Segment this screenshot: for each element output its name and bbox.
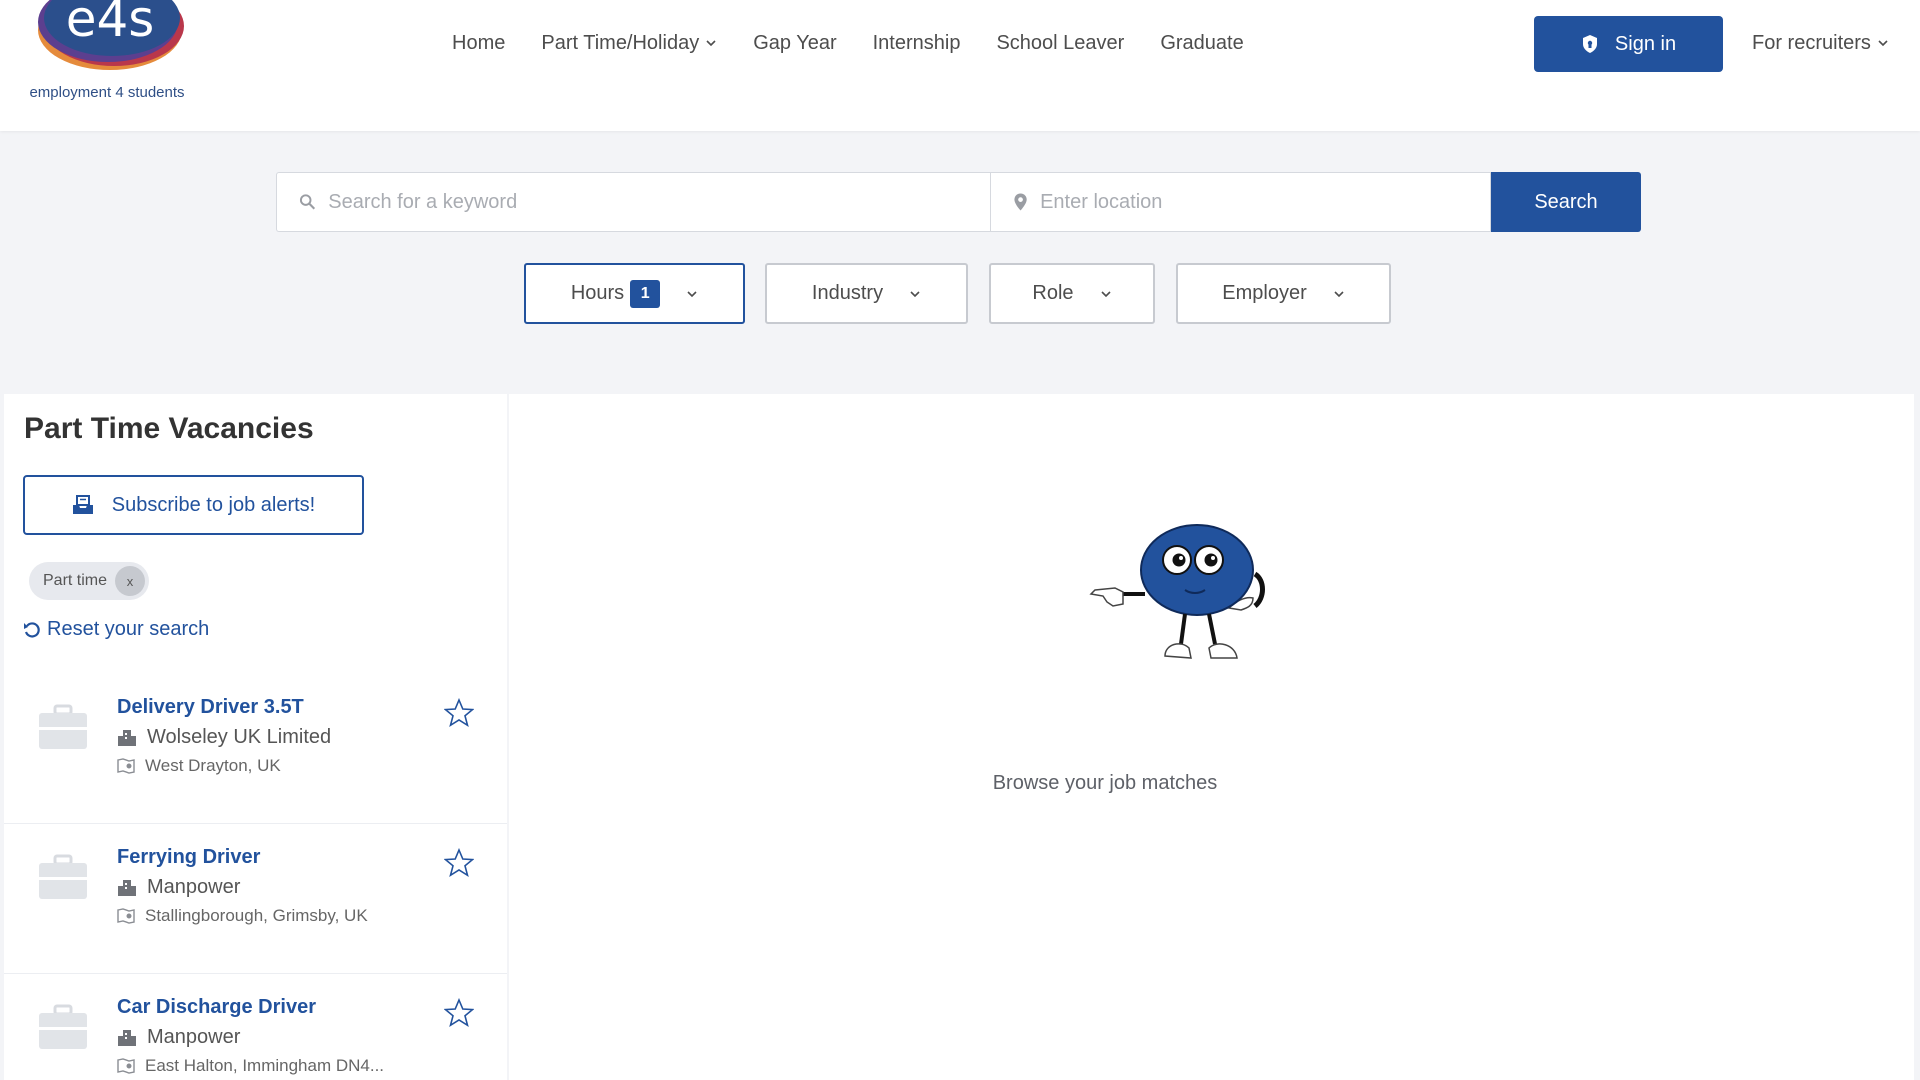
search-bar: Search: [276, 172, 1641, 232]
building-icon: [118, 729, 136, 746]
job-company: Wolseley UK Limited: [117, 726, 331, 749]
sign-in-label: Sign in: [1614, 32, 1677, 55]
reset-icon: [24, 621, 40, 638]
for-recruiters-menu[interactable]: For recruiters: [1752, 28, 1889, 58]
search-icon: [299, 194, 316, 210]
job-company-name: Wolseley UK Limited: [147, 726, 332, 748]
star-icon[interactable]: [444, 998, 474, 1028]
briefcase-icon: [39, 854, 87, 899]
nav-label: Internship: [872, 31, 961, 54]
job-title-link[interactable]: Delivery Driver 3.5T: [117, 696, 304, 719]
job-location-text: West Drayton, UK: [145, 756, 281, 775]
site-header: e4s employment 4 students Home Part Time…: [0, 0, 1920, 131]
search-button[interactable]: Search: [1491, 172, 1641, 232]
map-icon: [117, 758, 135, 774]
chevron-down-icon: [910, 290, 920, 297]
logo[interactable]: e4s employment 4 students: [12, 0, 202, 108]
logo-mark: e4s: [38, 0, 184, 70]
job-company: Manpower: [117, 1026, 240, 1049]
job-company-name: Manpower: [147, 1026, 241, 1048]
nav-gap-year[interactable]: Gap Year: [753, 32, 836, 55]
filter-industry[interactable]: Industry: [765, 263, 968, 324]
briefcase-icon: [39, 704, 87, 749]
filter-label: Employer: [1222, 282, 1307, 304]
nav-internship[interactable]: Internship: [873, 32, 961, 55]
map-icon: [117, 908, 135, 924]
nav-graduate[interactable]: Graduate: [1160, 32, 1243, 55]
sign-in-button[interactable]: Sign in: [1534, 16, 1723, 72]
subscribe-job-alerts-button[interactable]: Subscribe to job alerts!: [23, 475, 364, 535]
star-icon[interactable]: [444, 848, 474, 878]
map-icon: [117, 1058, 135, 1074]
reset-search-link[interactable]: Reset your search: [23, 618, 209, 641]
job-company-name: Manpower: [147, 876, 241, 898]
inbox-icon: [72, 495, 93, 514]
job-card[interactable]: Delivery Driver 3.5T Wolseley UK Limited…: [4, 674, 507, 824]
results-panel: Part Time Vacancies Subscribe to job ale…: [4, 394, 507, 1080]
location-field[interactable]: [990, 172, 1491, 232]
nav-school-leaver[interactable]: School Leaver: [996, 32, 1124, 55]
subscribe-label: Subscribe to job alerts!: [111, 493, 316, 516]
main-nav: Home Part Time/Holiday Gap Year Internsh…: [452, 28, 1280, 58]
nav-home[interactable]: Home: [452, 32, 505, 55]
reset-label: Reset your search: [47, 618, 210, 640]
nav-label: Part Time/Holiday: [541, 31, 700, 54]
job-location: Stallingborough, Grimsby, UK: [117, 906, 368, 926]
for-recruiters-label: For recruiters: [1752, 31, 1871, 54]
filter-hours[interactable]: Hours 1: [524, 263, 745, 324]
active-filter-chip: Part time x: [29, 562, 150, 600]
chevron-down-icon: [687, 290, 697, 297]
filter-employer[interactable]: Employer: [1176, 263, 1391, 324]
building-icon: [118, 879, 136, 896]
page-title: Part Time Vacancies: [24, 412, 314, 445]
nav-label: Graduate: [1160, 31, 1244, 54]
location-input[interactable]: [1040, 190, 1490, 214]
filter-label: Hours: [570, 282, 625, 304]
job-location: East Halton, Immingham DN4...: [117, 1056, 384, 1076]
nav-label: School Leaver: [996, 31, 1125, 54]
job-title-link[interactable]: Ferrying Driver: [117, 846, 260, 869]
chevron-down-icon: [1878, 40, 1888, 47]
job-location-text: East Halton, Immingham DN4...: [145, 1056, 385, 1075]
filter-role[interactable]: Role: [989, 263, 1155, 324]
mascot-illustration: [1089, 524, 1265, 659]
job-location-text: Stallingborough, Grimsby, UK: [145, 906, 368, 925]
chevron-down-icon: [706, 40, 716, 47]
chip-remove-button[interactable]: x: [115, 566, 146, 596]
job-detail-panel: Browse your job matches: [509, 394, 1914, 1080]
chevron-down-icon: [1100, 290, 1111, 297]
nav-label: Home: [452, 31, 506, 54]
job-card[interactable]: Ferrying Driver Manpower Stallingborough…: [4, 824, 507, 974]
chevron-down-icon: [1334, 290, 1344, 297]
chip-label: Part time: [43, 572, 108, 589]
keyword-input[interactable]: [328, 190, 990, 214]
svg-text:e4s: e4s: [66, 0, 155, 48]
filter-count-badge: 1: [630, 279, 661, 308]
job-company: Manpower: [117, 876, 240, 899]
shield-icon: [1582, 35, 1597, 53]
job-location: West Drayton, UK: [117, 756, 281, 776]
star-icon[interactable]: [444, 698, 474, 728]
logo-tagline: employment 4 students: [29, 84, 185, 101]
job-card[interactable]: Car Discharge Driver Manpower East Halto…: [4, 974, 507, 1080]
browse-matches-text: Browse your job matches: [992, 772, 1218, 794]
nav-part-time-holiday[interactable]: Part Time/Holiday: [541, 32, 717, 55]
building-icon: [118, 1029, 136, 1046]
job-title-link[interactable]: Car Discharge Driver: [117, 996, 316, 1019]
location-pin-icon: [1014, 193, 1027, 211]
keyword-field[interactable]: [276, 172, 990, 232]
filter-label: Role: [1032, 282, 1074, 304]
nav-label: Gap Year: [753, 31, 837, 54]
briefcase-icon: [39, 1004, 87, 1049]
filter-label: Industry: [811, 282, 884, 304]
